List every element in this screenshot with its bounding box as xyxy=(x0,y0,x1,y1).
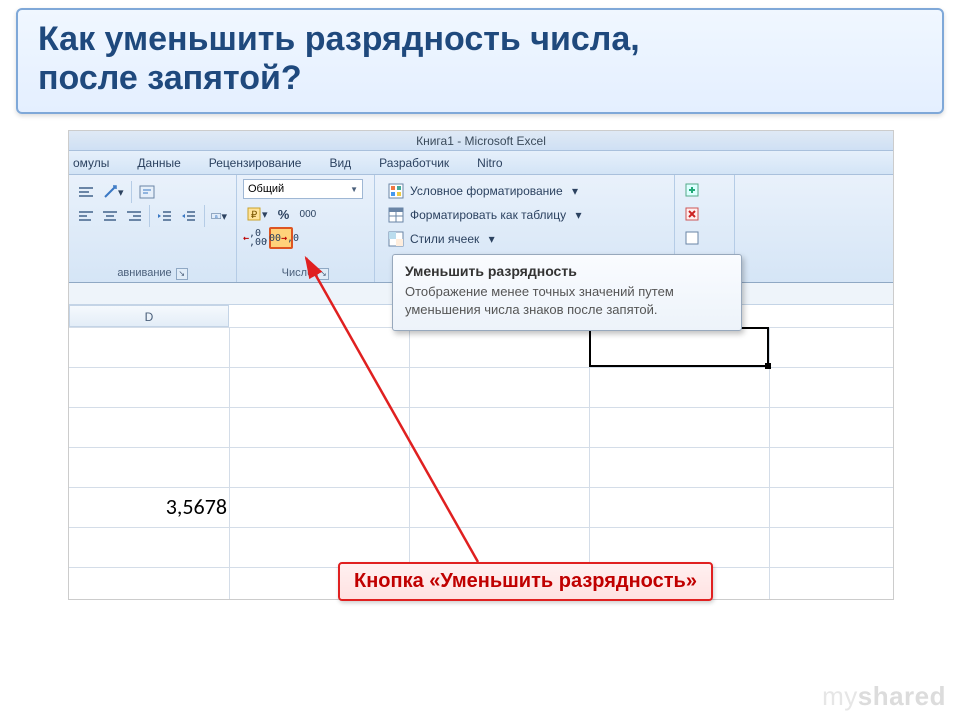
tab-formulas[interactable]: омулы xyxy=(73,156,109,170)
slide-title-line1: Как уменьшить разрядность числа, xyxy=(38,20,922,59)
align-center-btn[interactable] xyxy=(99,205,121,227)
conditional-formatting-btn[interactable]: Условное форматирование ▾ xyxy=(381,179,668,203)
cell-styles-label: Стили ячеек xyxy=(410,232,479,246)
align-left-btn[interactable] xyxy=(75,205,97,227)
slide-title: Как уменьшить разрядность числа, после з… xyxy=(16,8,944,114)
indent-inc-btn[interactable] xyxy=(178,205,200,227)
number-format-select[interactable]: Общий ▼ xyxy=(243,179,363,199)
callout-label: Кнопка «Уменьшить разрядность» xyxy=(338,562,713,601)
fmt-table-label: Форматировать как таблицу xyxy=(410,208,566,222)
cell-value-d: 3,5678 xyxy=(69,493,227,520)
tab-view[interactable]: Вид xyxy=(329,156,351,170)
format-as-table-btn[interactable]: Форматировать как таблицу ▾ xyxy=(381,203,668,227)
tooltip-decrease-decimal: Уменьшить разрядность Отображение менее … xyxy=(392,254,742,331)
slide-title-line2: после запятой? xyxy=(38,59,922,98)
active-cell[interactable] xyxy=(589,327,769,367)
decrease-decimal-btn[interactable]: ,00→,0 xyxy=(269,227,293,249)
svg-text:a: a xyxy=(215,214,218,220)
watermark-b: shared xyxy=(858,681,946,711)
delete-cells-btn[interactable] xyxy=(681,203,703,225)
tab-nitro[interactable]: Nitro xyxy=(477,156,502,170)
group-alignment-label: авнивание xyxy=(117,267,171,279)
tab-review[interactable]: Рецензирование xyxy=(209,156,302,170)
number-dialog-icon[interactable]: ↘ xyxy=(317,268,329,280)
comma-format-btn[interactable]: 000 xyxy=(297,203,320,225)
cell-styles-icon xyxy=(388,231,404,247)
tooltip-body: Отображение менее точных значений путем … xyxy=(405,283,729,318)
group-alignment: ▾ a▾ авнивание ↘ xyxy=(69,175,237,282)
worksheet-grid[interactable]: D 3,5678 xyxy=(69,305,893,599)
accounting-format-btn[interactable]: ₽▾ xyxy=(243,203,271,225)
cond-fmt-icon xyxy=(388,183,404,199)
callout-text: Кнопка «Уменьшить разрядность» xyxy=(354,570,697,592)
merge-btn[interactable]: a▾ xyxy=(208,205,230,227)
watermark: myshared xyxy=(822,681,946,712)
cond-fmt-label: Условное форматирование xyxy=(410,184,563,198)
tab-data[interactable]: Данные xyxy=(137,156,180,170)
watermark-a: my xyxy=(822,681,858,711)
svg-text:₽: ₽ xyxy=(251,210,258,221)
cell-styles-btn[interactable]: Стили ячеек ▾ xyxy=(381,227,668,251)
align-btn-1[interactable] xyxy=(75,181,97,203)
format-cells-btn[interactable] xyxy=(681,227,703,249)
percent-format-btn[interactable]: % xyxy=(273,203,295,225)
window-caption: Книга1 - Microsoft Excel xyxy=(69,131,893,151)
insert-cells-btn[interactable] xyxy=(681,179,703,201)
wrap-text-btn[interactable] xyxy=(136,181,158,203)
ribbon-tabs: омулы Данные Рецензирование Вид Разработ… xyxy=(69,151,893,175)
column-header-d[interactable]: D xyxy=(69,305,229,327)
orientation-btn[interactable]: ▾ xyxy=(99,181,127,203)
group-number-label: Число xyxy=(282,267,314,279)
indent-dec-btn[interactable] xyxy=(154,205,176,227)
excel-screenshot: Книга1 - Microsoft Excel омулы Данные Ре… xyxy=(68,130,894,600)
table-icon xyxy=(388,207,404,223)
chevron-down-icon: ▼ xyxy=(350,185,358,194)
number-format-value: Общий xyxy=(248,183,284,195)
group-number: Общий ▼ ₽▾ % 000 ←,0,00 ,00→,0 Число↘ xyxy=(237,175,375,282)
align-right-btn[interactable] xyxy=(123,205,145,227)
tab-developer[interactable]: Разработчик xyxy=(379,156,449,170)
tooltip-title: Уменьшить разрядность xyxy=(405,263,729,279)
alignment-dialog-icon[interactable]: ↘ xyxy=(176,268,188,280)
